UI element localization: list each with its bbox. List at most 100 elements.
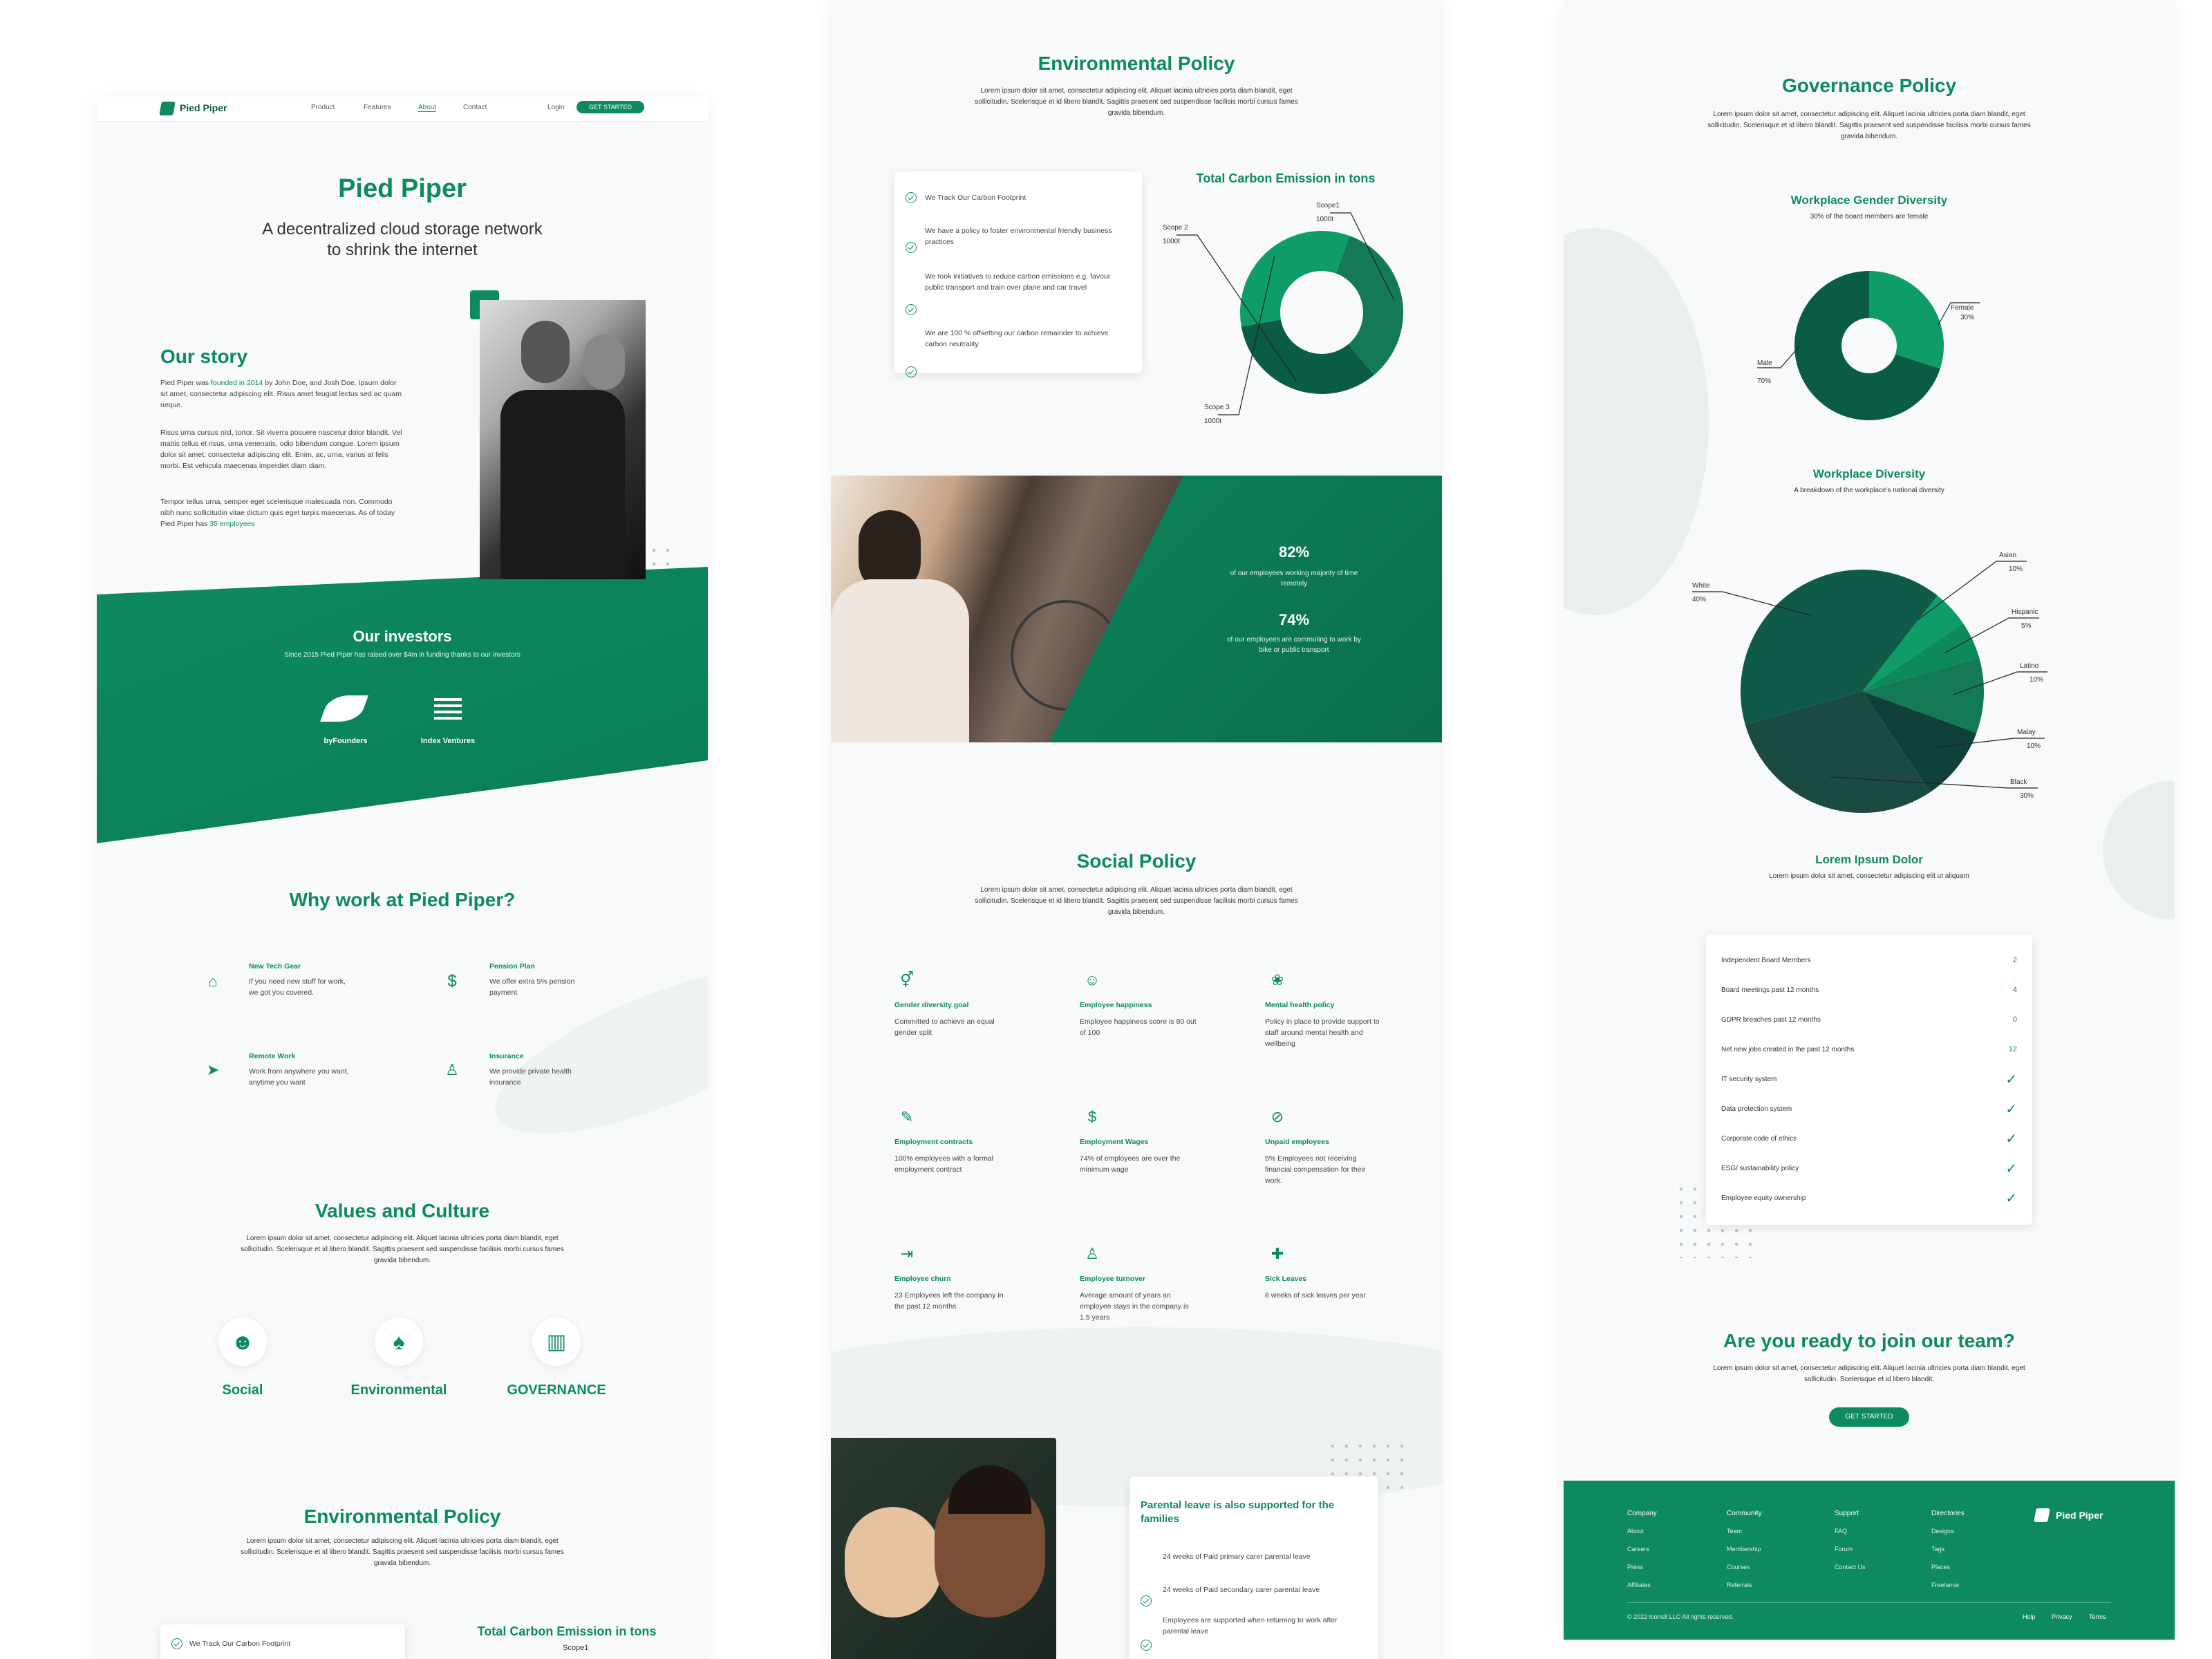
table-row-value: 4 (2012, 986, 2017, 994)
env-title-p1: Environmental Policy (303, 1506, 501, 1527)
lotus-icon: ❀ (1271, 971, 1284, 988)
gender-value-female: 30% (1960, 314, 1974, 321)
table-row-label: Independent Board Members (1721, 956, 1811, 964)
env-check-3: We took initiatives to reduce carbon emi… (925, 272, 1111, 292)
people-icon-circle: ☻ (218, 1318, 267, 1366)
footer-link[interactable]: Membership (1727, 1546, 1761, 1553)
footer-link[interactable]: Referrals (1727, 1582, 1752, 1588)
social-item-text: Committed to achieve an equal gender spl… (894, 1018, 995, 1037)
user-star-icon: ♙ (1085, 1245, 1099, 1262)
footer-link[interactable]: Forum (1835, 1546, 1853, 1553)
login-link[interactable]: Login (547, 104, 564, 111)
checkmark-icon: ✓ (2005, 1161, 2017, 1177)
get-started-button[interactable]: GET STARTED (577, 101, 644, 113)
carbon-value-1: 1000t (1163, 238, 1180, 245)
footer-brand[interactable]: Pied Piper (2056, 1510, 2103, 1521)
governance-page-panel: Governance Policy Lorem ipsum dolor sit … (1564, 0, 2175, 1640)
footer-link[interactable]: Places (1931, 1564, 1950, 1571)
table-row-label: IT security system (1721, 1075, 1777, 1083)
footer-col-title: Community (1727, 1510, 1762, 1517)
social-item-title: Unpaid employees (1265, 1138, 1329, 1146)
value-social[interactable]: Social (191, 1382, 294, 1398)
table-row: Corporate code of ethics ✓ (1721, 1128, 2017, 1149)
table-row-label: Corporate code of ethics (1721, 1134, 1797, 1143)
carbon-label-0: Scope1 (1316, 202, 1340, 209)
footer-link[interactable]: Contact Us (1835, 1564, 1866, 1571)
table-row-label: GDPR breaches past 12 months (1721, 1015, 1821, 1024)
nav-link-features[interactable]: Features (364, 104, 391, 111)
footer-link[interactable]: Tags (1931, 1546, 1944, 1553)
footer-link[interactable]: Careers (1627, 1546, 1649, 1553)
carbon-label-2: Scope 3 (1204, 404, 1230, 411)
footer-col-title: Support (1835, 1510, 1859, 1517)
value-governance[interactable]: GOVERNANCE (498, 1382, 615, 1398)
social-item-title: Mental health policy (1265, 1001, 1335, 1009)
tree-icon-circle: ♠ (375, 1318, 423, 1366)
nav-link-contact[interactable]: Contact (463, 104, 487, 111)
workplace-diversity-pie-chart: Asian 10% Hispanic 5% Latino 10% Malay 10% Black… (1692, 552, 2047, 813)
value-environmental[interactable]: Environmental (344, 1382, 454, 1398)
footer-link[interactable]: Press (1627, 1564, 1643, 1571)
footer-link[interactable]: About (1627, 1528, 1644, 1535)
table-row: IT security system ✓ (1721, 1069, 2017, 1089)
investors-band (97, 567, 708, 843)
nav-link-product[interactable]: Product (311, 104, 335, 111)
hero-subtitle-line1: A decentralized cloud storage network (262, 220, 543, 238)
brand-name[interactable]: Pied Piper (180, 102, 227, 113)
gender-diversity-donut-chart: Female 30% Male 70% (1757, 271, 1980, 420)
why-item-title-1: New Tech Gear (249, 962, 301, 971)
social-item-text: Employee happiness score is 80 out of 10… (1080, 1018, 1197, 1037)
employees-link[interactable]: 35 employees (209, 520, 254, 528)
env-text: Lorem ipsum dolor sit amet, consectetur … (975, 87, 1298, 117)
footer-link-privacy[interactable]: Privacy (2052, 1613, 2072, 1620)
social-item-title: Employee turnover (1080, 1275, 1146, 1283)
footer-link[interactable]: Courses (1727, 1564, 1750, 1571)
footer-link-terms[interactable]: Terms (2089, 1613, 2106, 1620)
env-title: Environmental Policy (1038, 53, 1235, 74)
footer-link-help[interactable]: Help (2023, 1613, 2036, 1620)
why-item-text-1: If you need new stuff for work, we got y… (249, 977, 346, 997)
investor-name-byfounders: byFounders (324, 737, 368, 745)
founded-link[interactable]: founded in 2014 (211, 379, 263, 387)
footer-link[interactable]: Affiliates (1627, 1582, 1651, 1588)
founders-photo (480, 300, 646, 579)
social-item-text: Average amount of years an employee stay… (1080, 1291, 1189, 1322)
user-plus-icon: ♙ (445, 1061, 459, 1078)
env-text-p1: Lorem ipsum dolor sit amet, consectetur … (241, 1537, 564, 1567)
table-row: Employee equity ownership ✓ (1721, 1188, 2017, 1208)
check-icon (906, 366, 917, 377)
why-title: Why work at Pied Piper? (289, 889, 516, 910)
diversity-value-3: 10% (2027, 742, 2041, 750)
social-text: Lorem ipsum dolor sit amet, consectetur … (975, 886, 1298, 916)
gov-title: Governance Policy (1781, 75, 1957, 96)
table-row-value: 12 (2008, 1045, 2017, 1053)
brand-logo-icon[interactable] (159, 102, 176, 115)
social-item-text: 8 weeks of sick leaves per year (1265, 1291, 1366, 1300)
footer-link[interactable]: FAQ (1835, 1528, 1847, 1535)
send-icon: ➤ (206, 1061, 220, 1078)
social-item-text: 5% Employees not receiving financial com… (1265, 1154, 1366, 1185)
carbon-emission-donut-chart: Scope1 1000t Scope 2 1000t Scope 3 1000t (1163, 202, 1403, 425)
diversity-value-5: 40% (1692, 596, 1706, 603)
why-item-text-2: We offer extra 5% pension payment (489, 977, 575, 997)
diversity-chart-subtitle: A breakdown of the workplace's national … (1794, 487, 1944, 494)
join-get-started-button[interactable]: GET STARTED (1829, 1407, 1909, 1427)
decorative-blob (2103, 781, 2175, 919)
why-item-title-4: Insurance (489, 1052, 524, 1060)
check-icon (171, 1638, 182, 1649)
check-icon (906, 304, 917, 315)
footer-logo-icon[interactable] (2034, 1508, 2050, 1522)
diversity-value-4: 30% (2020, 792, 2034, 800)
footer-link[interactable]: Team (1727, 1528, 1742, 1535)
nav-link-about[interactable]: About (418, 104, 437, 112)
diversity-label-0: Asian (1999, 552, 2016, 559)
footer-link[interactable]: Designs (1931, 1528, 1954, 1535)
table-row-label: Net new jobs created in the past 12 mont… (1721, 1045, 1855, 1053)
social-item-text: Policy in place to provide support to st… (1265, 1018, 1380, 1048)
gov-text: Lorem ipsum dolor sit amet, consectetur … (1707, 111, 2031, 140)
footer-link[interactable]: Freelance (1931, 1582, 1959, 1588)
check-icon (1141, 1640, 1152, 1651)
lorem-subtitle: Lorem ipsum dolor sit amet, consectetur … (1769, 872, 1969, 880)
building-icon: ▥ (546, 1330, 567, 1353)
values-text: Lorem ipsum dolor sit amet, consectetur … (241, 1235, 564, 1264)
